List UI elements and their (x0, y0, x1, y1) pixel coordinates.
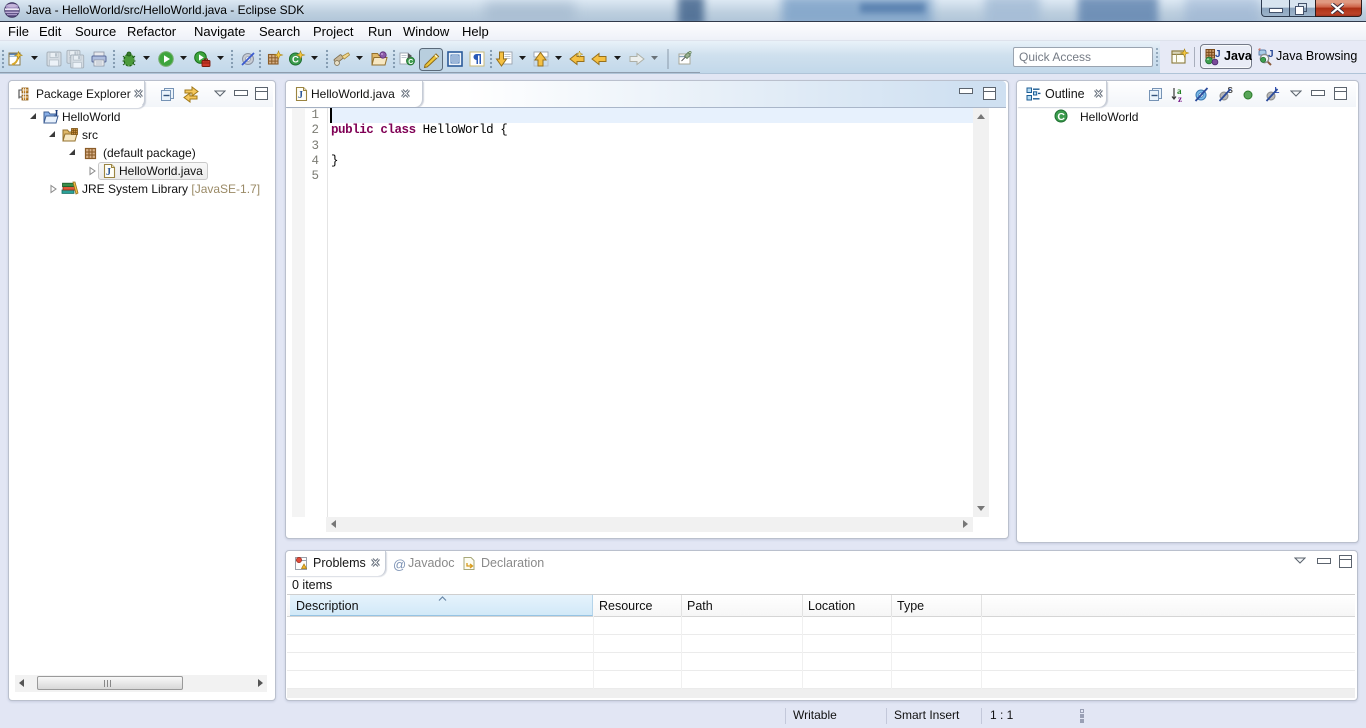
svg-text:J: J (1215, 49, 1221, 60)
svg-text:C: C (408, 59, 413, 66)
svg-text:J: J (106, 167, 111, 178)
svg-text:J: J (54, 110, 59, 120)
svg-text:J: J (1268, 49, 1274, 60)
svg-text:z: z (1178, 94, 1182, 103)
svg-text:C: C (292, 55, 299, 66)
svg-text:J: J (298, 90, 303, 101)
svg-text:C: C (1057, 111, 1065, 123)
